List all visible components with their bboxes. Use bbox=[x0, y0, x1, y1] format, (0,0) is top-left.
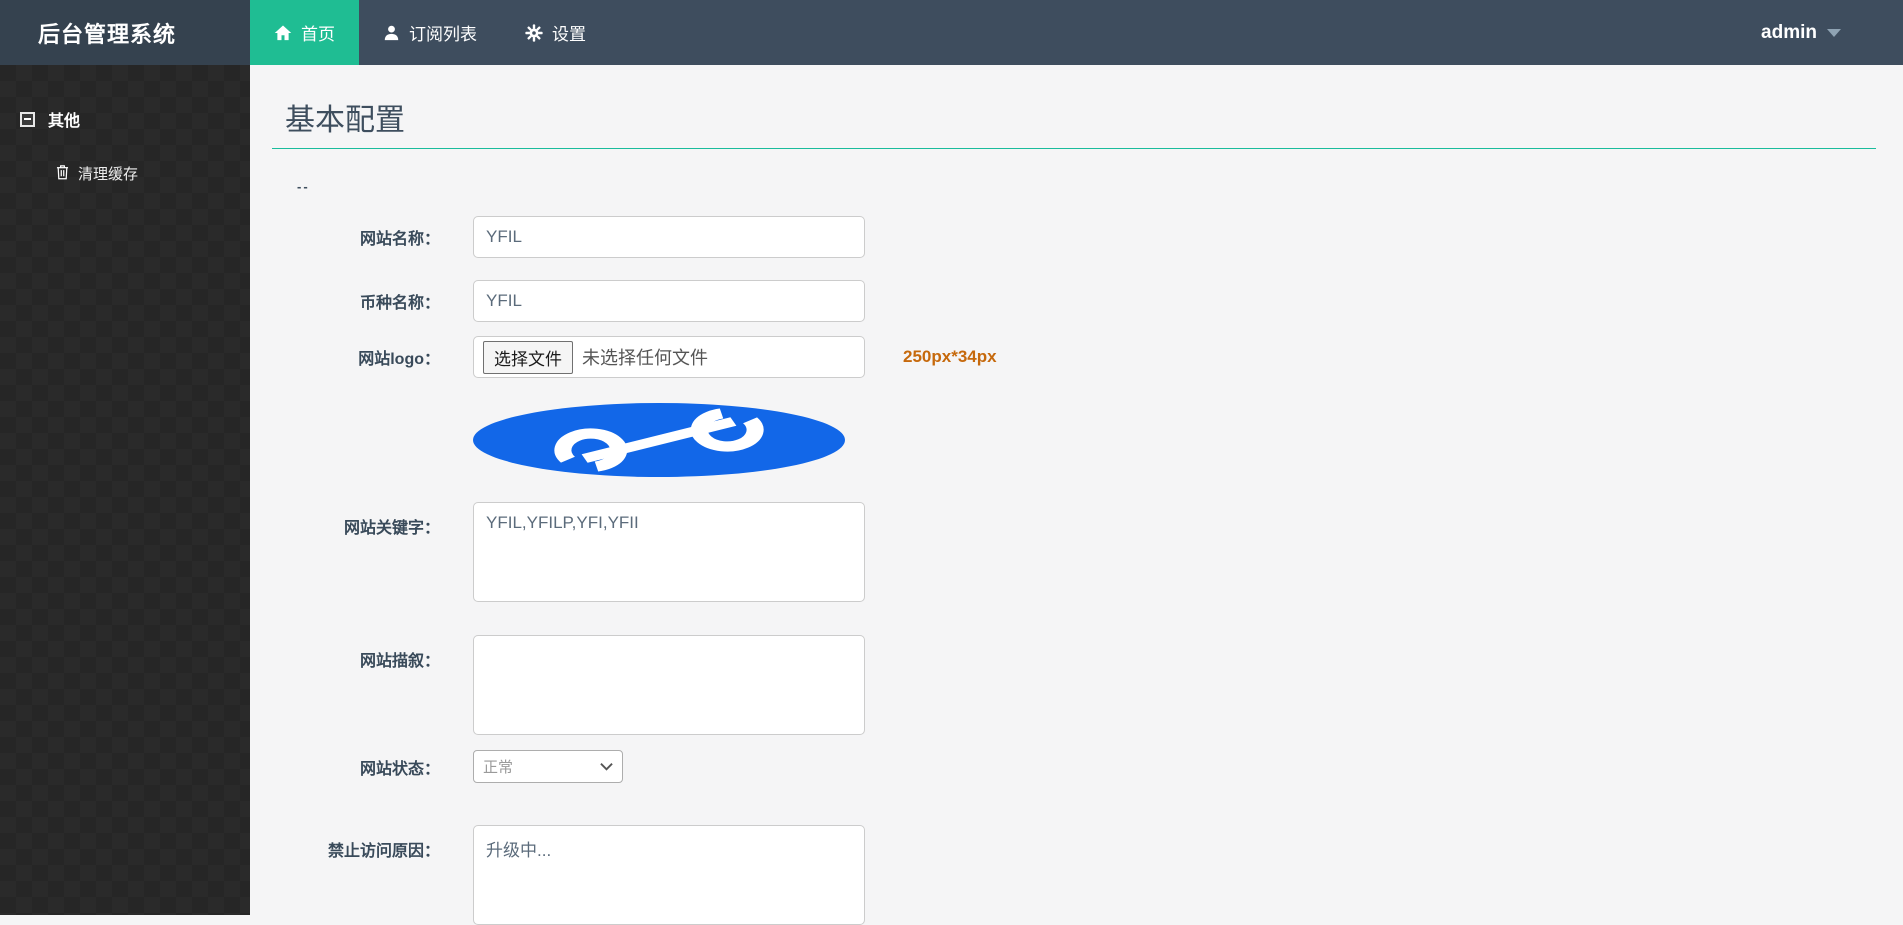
file-chosen-text: 未选择任何文件 bbox=[582, 348, 708, 368]
site-logo-preview bbox=[473, 403, 845, 477]
dash-note: -- bbox=[297, 179, 310, 194]
navbar-right: admin bbox=[1761, 0, 1903, 65]
form-row-site-name: 网站名称： bbox=[272, 216, 1876, 258]
tab-home-label: 首页 bbox=[301, 25, 335, 44]
tab-subscriptions-label: 订阅列表 bbox=[409, 25, 477, 44]
tab-settings-label: 设置 bbox=[552, 25, 586, 44]
trash-icon bbox=[55, 164, 70, 184]
coin-name-label: 币种名称： bbox=[359, 295, 440, 312]
keywords-label: 网站关键字： bbox=[343, 520, 440, 537]
basic-config-form: 网站名称： 币种名称： 网站logo： 选择文件 未选择任何文件 250px*3… bbox=[272, 216, 1876, 925]
user-menu[interactable]: admin bbox=[1761, 22, 1841, 44]
tab-settings[interactable]: 设置 bbox=[501, 0, 610, 65]
description-label: 网站描叙： bbox=[359, 653, 440, 670]
collapse-minus-icon[interactable] bbox=[20, 111, 35, 127]
site-logo-label: 网站logo： bbox=[358, 351, 440, 368]
forbid-reason-textarea[interactable]: 升级中... bbox=[473, 825, 865, 925]
form-row-site-logo: 网站logo： 选择文件 未选择任何文件 250px*34px bbox=[272, 336, 1876, 378]
forbid-reason-label: 禁止访问原因： bbox=[327, 843, 440, 860]
app-title: 后台管理系统 bbox=[0, 0, 250, 65]
form-row-forbid-reason: 禁止访问原因： 升级中... bbox=[272, 825, 1876, 925]
select-chevron-icon bbox=[600, 758, 613, 776]
top-navbar: 后台管理系统 首页 订阅列表 设置 admin bbox=[0, 0, 1903, 65]
user-name: admin bbox=[1761, 21, 1817, 43]
main-content: 基本配置 -- 网站名称： 币种名称： 网站logo： 选择文件 未选择任何文件… bbox=[250, 65, 1903, 925]
tab-home[interactable]: 首页 bbox=[250, 0, 359, 65]
status-select[interactable]: 正常 bbox=[473, 750, 623, 783]
status-selected-value: 正常 bbox=[483, 759, 514, 776]
title-underline bbox=[272, 148, 1876, 149]
site-name-input[interactable] bbox=[473, 216, 865, 258]
site-name-label: 网站名称： bbox=[359, 231, 440, 248]
keywords-textarea[interactable]: YFIL,YFILP,YFI,YFII bbox=[473, 502, 865, 602]
nav-tabs: 首页 订阅列表 设置 bbox=[250, 0, 610, 65]
logo-size-hint: 250px*34px bbox=[903, 347, 997, 366]
form-row-keywords: 网站关键字： YFIL,YFILP,YFI,YFII bbox=[272, 502, 1876, 602]
sidebar-item-label: 清理缓存 bbox=[78, 166, 139, 183]
form-row-description: 网站描叙： bbox=[272, 635, 1876, 735]
sidebar-item-clear-cache[interactable]: 清理缓存 bbox=[0, 131, 250, 184]
choose-file-button[interactable]: 选择文件 bbox=[483, 340, 573, 374]
sidebar-group-label: 其他 bbox=[48, 113, 81, 130]
chevron-down-icon bbox=[1827, 28, 1841, 37]
gear-icon bbox=[525, 23, 543, 42]
form-row-coin-name: 币种名称： bbox=[272, 280, 1876, 322]
sidebar-group-other[interactable]: 其他 bbox=[0, 65, 250, 131]
user-icon bbox=[383, 24, 400, 42]
page-title: 基本配置 bbox=[285, 104, 405, 137]
form-row-status: 网站状态： 正常 bbox=[272, 750, 1876, 783]
description-textarea[interactable] bbox=[473, 635, 865, 735]
logo-file-input[interactable]: 选择文件 未选择任何文件 bbox=[473, 336, 865, 378]
yfi-logo-glyph bbox=[554, 408, 764, 472]
coin-name-input[interactable] bbox=[473, 280, 865, 322]
status-label: 网站状态： bbox=[359, 760, 440, 778]
home-icon bbox=[274, 24, 292, 42]
tab-subscriptions[interactable]: 订阅列表 bbox=[359, 0, 501, 65]
sidebar: 其他 清理缓存 bbox=[0, 65, 250, 915]
